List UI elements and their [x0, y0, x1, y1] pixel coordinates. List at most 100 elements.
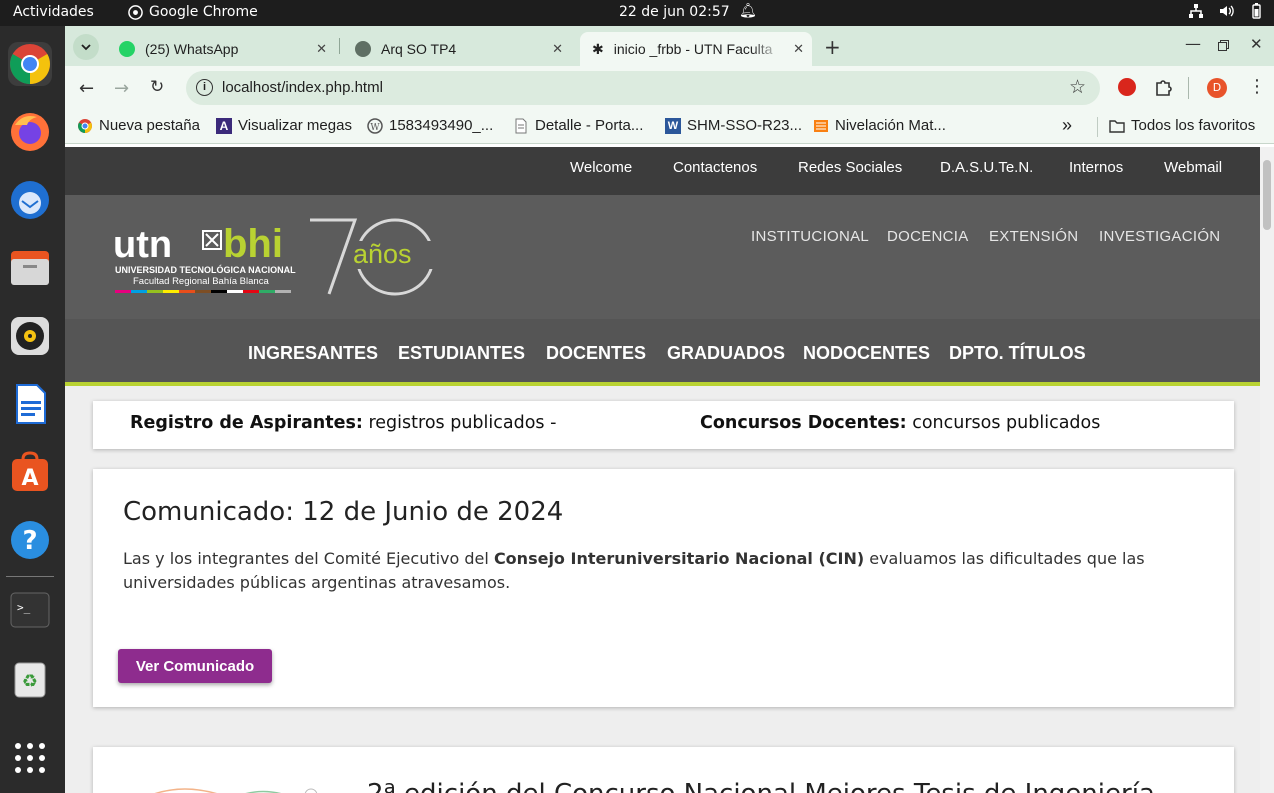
active-app-menu[interactable]: Google Chrome: [128, 4, 258, 20]
dock-separator: [6, 576, 54, 577]
close-tab-icon[interactable]: ✕: [316, 41, 327, 57]
bookmark-detalle-portal[interactable]: Detalle - Porta...: [513, 117, 643, 134]
logo-line2: Facultad Regional Bahía Blanca: [133, 276, 269, 287]
bookmark-shm-sso[interactable]: W SHM-SSO-R23...: [665, 117, 802, 134]
tab-search-button[interactable]: [73, 34, 99, 60]
system-tray[interactable]: [1188, 3, 1264, 19]
utn-70-logo[interactable]: utn bhi UNIVERSIDAD TECNOLÓGICA NACIONAL…: [113, 217, 443, 299]
topnav-internos[interactable]: Internos: [1069, 159, 1123, 176]
bookmark-nueva-pestana[interactable]: Nueva pestaña: [77, 117, 200, 134]
logo-bhi: bhi: [223, 222, 283, 266]
address-bar[interactable]: i localhost/index.php.html ☆: [186, 71, 1100, 105]
minimize-button[interactable]: —: [1185, 34, 1201, 53]
mainnav-ingresantes[interactable]: INGRESANTES: [248, 343, 378, 364]
dock-files-icon[interactable]: [8, 246, 52, 290]
bookmark-visualizar-megas[interactable]: A Visualizar megas: [216, 117, 352, 134]
megas-icon: A: [216, 117, 232, 134]
comunicado-body: Las y los integrantes del Comité Ejecuti…: [123, 549, 1145, 592]
dock-rhythmbox-icon[interactable]: [8, 314, 52, 358]
concurso-illustration: [154, 788, 318, 793]
adblock-extension-icon[interactable]: [1118, 78, 1136, 96]
bookmark-1583493490[interactable]: W 1583493490_...: [367, 117, 493, 134]
topnav-dasuten[interactable]: D.A.S.U.Te.N.: [940, 159, 1033, 176]
dock-firefox-icon[interactable]: [8, 110, 52, 154]
close-tab-icon[interactable]: ✕: [552, 41, 563, 57]
all-bookmarks-button[interactable]: Todos los favoritos: [1109, 117, 1255, 134]
announcement-ticker: Registro de Aspirantes: registros public…: [93, 401, 1234, 449]
dock-show-apps-icon[interactable]: [8, 736, 52, 780]
mainnav-nodocentes[interactable]: NODOCENTES: [803, 343, 930, 364]
secnav-docencia[interactable]: DOCENCIA: [887, 228, 969, 245]
tab-utn-active[interactable]: ✱ inicio _frbb - UTN Faculta ✕: [580, 32, 812, 66]
logo-anos: años: [353, 239, 412, 269]
url-text[interactable]: localhost/index.php.html: [222, 79, 383, 96]
chrome-icon: [128, 4, 143, 20]
back-button[interactable]: ←: [79, 78, 94, 99]
logo-utn: utn: [113, 224, 172, 266]
activities-button[interactable]: Actividades: [13, 4, 94, 20]
dock-help-icon[interactable]: ?: [8, 518, 52, 562]
tab-arq-so[interactable]: Arq SO TP4 ✕: [343, 32, 571, 66]
mainnav-estudiantes[interactable]: ESTUDIANTES: [398, 343, 525, 364]
secnav-extension[interactable]: EXTENSIÓN: [989, 228, 1078, 245]
topnav-webmail[interactable]: Webmail: [1164, 159, 1222, 176]
topnav-welcome[interactable]: Welcome: [570, 159, 632, 176]
svg-text:>_: >_: [17, 601, 31, 614]
info-icon[interactable]: i: [196, 79, 213, 96]
bookmarks-overflow-button[interactable]: »: [1062, 115, 1072, 136]
ticker-registro[interactable]: Registro de Aspirantes: registros public…: [130, 413, 556, 433]
active-app-name: Google Chrome: [149, 4, 258, 20]
dock: A ? >_ ♻: [0, 26, 65, 793]
scrollbar-thumb[interactable]: [1263, 160, 1271, 230]
mainnav-dpto-titulos[interactable]: DPTO. TÍTULOS: [949, 343, 1086, 364]
mainnav-graduados[interactable]: GRADUADOS: [667, 343, 785, 364]
logo-line1: UNIVERSIDAD TECNOLÓGICA NACIONAL: [115, 264, 296, 275]
logo-graphic: utn bhi UNIVERSIDAD TECNOLÓGICA NACIONAL…: [113, 218, 435, 296]
concurso-title: 2ª edición del Concurso Nacional Mejores…: [367, 779, 1155, 793]
restore-button[interactable]: [1218, 36, 1229, 55]
page-scrollbar[interactable]: [1260, 147, 1274, 793]
secnav-investigacion[interactable]: INVESTIGACIÓN: [1099, 228, 1220, 245]
topnav-contactenos[interactable]: Contactenos: [673, 159, 757, 176]
bookmarks-divider: [1097, 117, 1098, 137]
topnav-redes-sociales[interactable]: Redes Sociales: [798, 159, 902, 176]
tab-label: (25) WhatsApp: [145, 41, 239, 57]
folder-icon: [1109, 119, 1125, 133]
battery-icon: [1252, 3, 1261, 19]
mainnav-docentes[interactable]: DOCENTES: [546, 343, 646, 364]
new-tab-button[interactable]: +: [824, 35, 841, 59]
forward-button[interactable]: →: [114, 78, 129, 99]
ver-comunicado-button[interactable]: Ver Comunicado: [118, 649, 272, 683]
dock-chrome-icon[interactable]: [8, 42, 52, 86]
dock-thunderbird-icon[interactable]: [8, 178, 52, 222]
reload-button[interactable]: ↻: [150, 77, 164, 97]
close-window-button[interactable]: ✕: [1250, 35, 1263, 53]
utn-favicon-icon: ✱: [592, 41, 604, 57]
bookmark-star-icon[interactable]: ☆: [1069, 76, 1086, 99]
tab-whatsapp[interactable]: (25) WhatsApp ✕: [107, 32, 335, 66]
site-top-nav: Welcome Contactenos Redes Sociales D.A.S…: [65, 147, 1260, 195]
svg-text:A: A: [21, 466, 38, 491]
word-doc-icon: W: [665, 117, 681, 134]
chevron-down-icon: [81, 44, 91, 51]
site-header: utn bhi UNIVERSIDAD TECNOLÓGICA NACIONAL…: [65, 195, 1260, 319]
dock-software-icon[interactable]: A: [8, 450, 52, 494]
close-tab-icon[interactable]: ✕: [793, 41, 804, 57]
dock-terminal-icon[interactable]: >_: [8, 588, 52, 632]
notification-icon[interactable]: 🔔︎: [739, 3, 757, 19]
dock-writer-icon[interactable]: [8, 382, 52, 426]
clock[interactable]: 22 de jun 02:57: [619, 4, 730, 20]
extensions-icon[interactable]: [1154, 77, 1174, 101]
bookmark-nivelacion[interactable]: Nivelación Mat...: [813, 117, 946, 134]
tab-separator: [339, 38, 340, 54]
dock-trash-icon[interactable]: ♻: [8, 656, 52, 700]
secnav-institucional[interactable]: INSTITUCIONAL: [751, 228, 869, 245]
comunicado-title: Comunicado: 12 de Junio de 2024: [123, 497, 564, 527]
profile-avatar[interactable]: D: [1207, 78, 1227, 98]
menu-kebab-icon[interactable]: ⋮: [1248, 76, 1266, 97]
logo-seven: [310, 218, 358, 295]
tab-label: inicio _frbb - UTN Faculta: [613, 41, 773, 57]
ticker-concursos[interactable]: Concursos Docentes: concursos publicados: [700, 413, 1100, 433]
document-icon: [515, 118, 527, 133]
os-top-bar: Actividades Google Chrome 22 de jun 02:5…: [0, 0, 1274, 26]
